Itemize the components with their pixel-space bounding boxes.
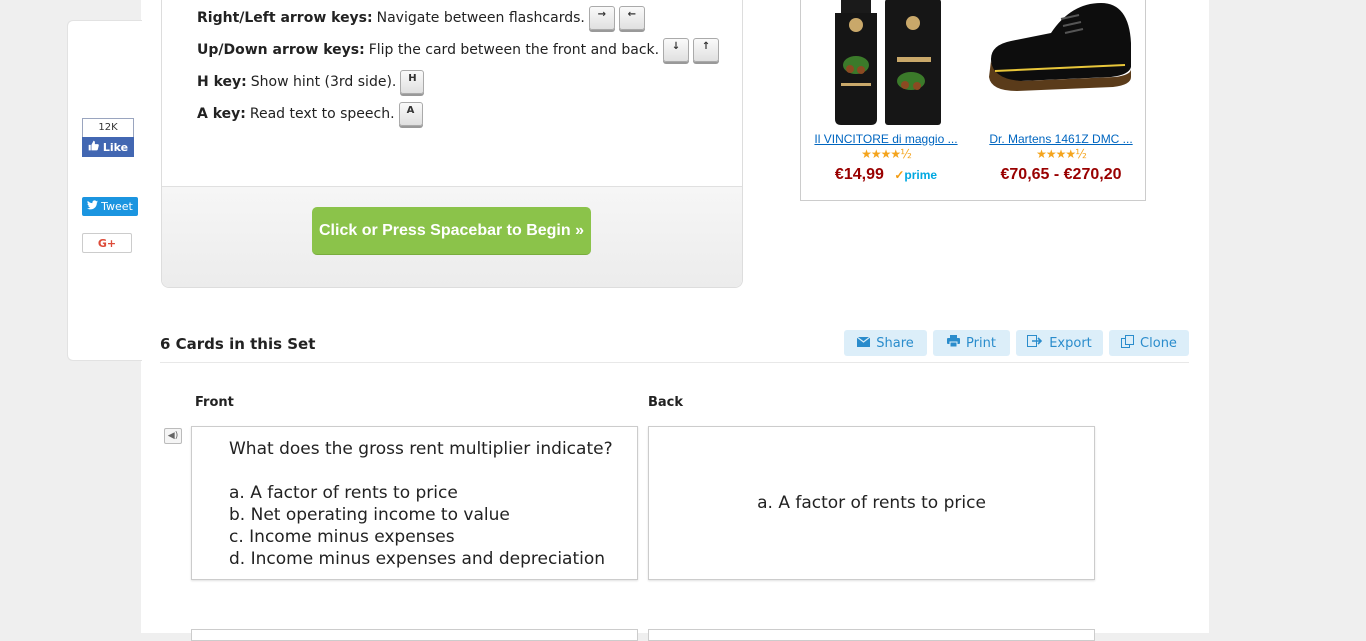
ad-product-oil[interactable]: Il VINCITORE di maggio ... ★★★★½ €14,99 … <box>811 0 961 183</box>
down-arrow-key-icon: ↓ <box>663 38 690 62</box>
google-plus-button[interactable]: G+ <box>82 233 132 253</box>
ad-product-price: €70,65 - €270,20 <box>1000 166 1122 183</box>
tweet-button[interactable]: Tweet <box>82 197 138 216</box>
shortcut-key-label: Right/Left arrow keys: <box>197 10 373 26</box>
ad-product-title[interactable]: Dr. Martens 1461Z DMC ... <box>981 132 1141 146</box>
shortcut-row-hint: H key: Show hint (3rd side). H <box>197 70 425 94</box>
speaker-icon[interactable]: ◀) <box>164 428 182 444</box>
ad-product-title[interactable]: Il VINCITORE di maggio ... <box>811 132 961 146</box>
shortcut-description: Navigate between flashcards. <box>376 10 585 26</box>
thumbs-up-icon <box>88 140 99 154</box>
facebook-like-count: 12K <box>82 118 134 137</box>
printer-icon <box>947 335 961 351</box>
social-share-rail <box>67 20 142 361</box>
flashcard-back[interactable]: a. A factor of rents to price <box>648 426 1095 580</box>
next-flashcard-front[interactable] <box>191 629 638 641</box>
divider <box>160 362 1189 363</box>
share-button[interactable]: Share <box>844 330 927 356</box>
a-key-icon: A <box>398 102 423 126</box>
shortcut-key-label: A key: <box>197 106 246 122</box>
shortcut-row-speech: A key: Read text to speech. A <box>197 102 423 126</box>
shortcut-description: Show hint (3rd side). <box>250 74 397 90</box>
facebook-like-button[interactable]: Like <box>82 137 134 157</box>
h-key-icon: H <box>400 70 425 94</box>
amazon-ad-box: Il VINCITORE di maggio ... ★★★★½ €14,99 … <box>800 0 1146 201</box>
shortcut-description: Flip the card between the front and back… <box>368 42 660 58</box>
envelope-icon <box>856 336 871 351</box>
price-value: €14,99 <box>834 166 884 183</box>
set-card-count-heading: 6 Cards in this Set <box>160 335 316 353</box>
front-column-header: Front <box>195 395 234 410</box>
clone-label: Clone <box>1140 335 1177 351</box>
prime-badge-icon: ✓prime <box>894 168 938 182</box>
leather-shoe-image[interactable] <box>981 0 1141 127</box>
print-label: Print <box>966 335 996 351</box>
print-button[interactable]: Print <box>933 330 1010 356</box>
ad-product-price: €14,99 ✓prime <box>811 166 961 184</box>
shortcut-description: Read text to speech. <box>249 106 395 122</box>
jojoba-oil-image[interactable] <box>811 0 961 127</box>
ad-product-shoe[interactable]: Dr. Martens 1461Z DMC ... ★★★★½ €70,65 -… <box>981 0 1141 183</box>
left-arrow-key-icon: ← <box>618 6 645 30</box>
flashcard-front[interactable]: What does the gross rent multiplier indi… <box>191 426 638 580</box>
google-plus-label: G+ <box>97 236 117 250</box>
facebook-like-widget[interactable]: 12K Like <box>82 118 134 157</box>
keyboard-shortcuts-panel: Right/Left arrow keys: Navigate between … <box>161 0 743 288</box>
begin-area: Click or Press Spacebar to Begin » <box>162 186 742 287</box>
copy-icon <box>1121 334 1135 352</box>
shortcut-row-flip: Up/Down arrow keys: Flip the card betwee… <box>197 38 720 62</box>
shortcut-key-label: H key: <box>197 74 247 90</box>
export-arrow-icon <box>1027 335 1043 351</box>
flashcard-back-text: a. A factor of rents to price <box>757 493 986 513</box>
flashcard-front-text: What does the gross rent multiplier indi… <box>229 439 613 569</box>
right-arrow-key-icon: → <box>588 6 615 30</box>
shortcut-row-navigate: Right/Left arrow keys: Navigate between … <box>197 6 645 30</box>
begin-study-button[interactable]: Click or Press Spacebar to Begin » <box>312 207 591 255</box>
clone-button[interactable]: Clone <box>1109 330 1189 356</box>
export-button[interactable]: Export <box>1016 330 1103 356</box>
rating-stars-icon: ★★★★½ <box>1036 147 1087 161</box>
facebook-like-label: Like <box>102 140 129 154</box>
rating-stars-icon: ★★★★½ <box>861 147 912 161</box>
share-label: Share <box>876 335 914 351</box>
up-arrow-key-icon: ↑ <box>693 38 720 62</box>
next-flashcard-back[interactable] <box>648 629 1095 641</box>
shortcut-key-label: Up/Down arrow keys: <box>197 42 365 58</box>
back-column-header: Back <box>648 395 684 410</box>
twitter-bird-icon <box>87 200 99 213</box>
tweet-label: Tweet <box>101 200 133 213</box>
export-label: Export <box>1049 335 1092 351</box>
